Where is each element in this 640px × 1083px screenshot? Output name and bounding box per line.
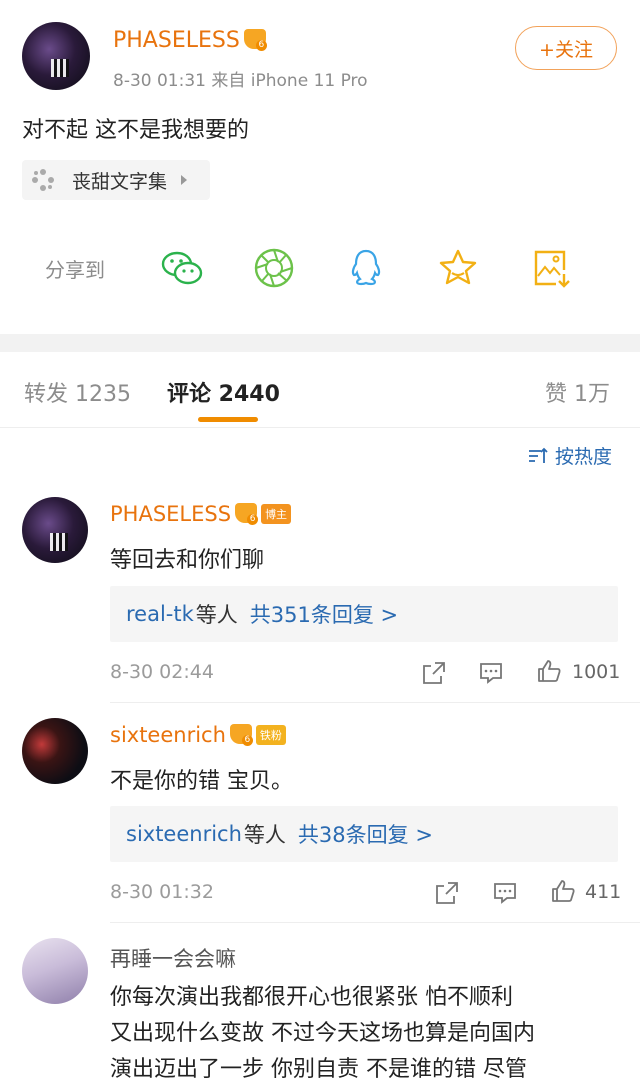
reply-summary[interactable]: sixteenrich 等人 共38条回复 > — [110, 806, 618, 862]
reply-suffix: 等人 — [195, 603, 238, 627]
share-icon[interactable] — [434, 880, 460, 906]
comment-time: 8-30 02:44 — [110, 661, 214, 683]
comment-avatar[interactable] — [22, 938, 88, 1004]
iron-fan-badge: 铁粉 — [255, 725, 286, 745]
comment-text-line: 又出现什么变故 不过今天这场也算是向国内 — [110, 1021, 535, 1046]
tab-likes[interactable]: 赞 1万 — [545, 376, 610, 408]
comment-author-text: sixteenrich — [110, 723, 226, 747]
comment-avatar[interactable] — [22, 497, 88, 563]
comment-author[interactable]: 再睡一会会嘛 — [110, 943, 236, 973]
comment-text-line: 演出迈出了一步 你别自责 不是谁的错 尽管 — [110, 1057, 527, 1082]
post-text: 对不起 这不是我想要的 — [22, 118, 249, 143]
vip-crown-icon — [243, 29, 267, 51]
favorites-icon[interactable] — [436, 246, 480, 290]
host-badge: 博主 — [261, 504, 292, 524]
wechat-icon[interactable] — [160, 246, 204, 290]
share-icon[interactable] — [421, 660, 447, 686]
topic-icon — [32, 169, 54, 191]
post-author-name[interactable]: PHASELESS — [113, 28, 267, 53]
reply-users: sixteenrich — [126, 822, 242, 846]
post-meta: 8-30 01:31 来自 iPhone 11 Pro — [113, 71, 368, 91]
comment-text-line: 你每次演出我都很开心也很紧张 怕不顺利 — [110, 985, 513, 1010]
reply-count: 共351条回复 > — [249, 603, 399, 627]
comment-text: 不是你的错 宝贝。 — [110, 769, 293, 794]
post-author-avatar[interactable] — [22, 22, 90, 90]
qq-icon[interactable] — [344, 246, 388, 290]
like-count: 411 — [585, 881, 622, 903]
sort-label: 按热度 — [555, 446, 613, 468]
comment-divider — [110, 702, 640, 703]
topic-label: 丧甜文字集 — [72, 170, 168, 193]
follow-button[interactable]: +关注 — [515, 26, 617, 70]
like-icon[interactable] — [536, 658, 562, 684]
tab-comments[interactable]: 评论 2440 — [167, 376, 280, 408]
comment-divider — [110, 922, 640, 923]
save-image-icon[interactable] — [528, 246, 572, 290]
moments-icon[interactable] — [252, 246, 296, 290]
comment-icon[interactable] — [492, 880, 518, 906]
comment-author-text: PHASELESS — [110, 502, 232, 526]
comment-avatar[interactable] — [22, 718, 88, 784]
reply-suffix: 等人 — [243, 823, 286, 847]
vip-crown-icon — [229, 724, 253, 746]
reply-users: real-tk — [126, 602, 194, 626]
sort-toggle[interactable]: 按热度 — [527, 442, 612, 469]
reply-count: 共38条回复 > — [297, 823, 433, 847]
comment-time: 8-30 01:32 — [110, 881, 214, 903]
comment-icon[interactable] — [478, 660, 504, 686]
comment-text: 等回去和你们聊 — [110, 548, 265, 573]
sort-icon — [529, 447, 548, 463]
comment-author[interactable]: sixteenrich 铁粉 — [110, 723, 286, 747]
chevron-right-icon — [181, 175, 188, 185]
tabs-divider — [0, 427, 640, 428]
post-author-name-text: PHASELESS — [113, 28, 240, 53]
share-label: 分享到 — [45, 258, 105, 282]
topic-chip[interactable]: 丧甜文字集 — [22, 160, 210, 200]
vip-crown-icon — [235, 503, 259, 525]
like-count: 1001 — [572, 661, 621, 683]
tab-reposts[interactable]: 转发 1235 — [24, 376, 131, 408]
like-icon[interactable] — [550, 878, 576, 904]
reply-summary[interactable]: real-tk 等人 共351条回复 > — [110, 586, 618, 642]
active-tab-indicator — [198, 417, 258, 422]
comment-author[interactable]: PHASELESS 博主 — [110, 502, 292, 526]
section-divider — [0, 334, 640, 352]
